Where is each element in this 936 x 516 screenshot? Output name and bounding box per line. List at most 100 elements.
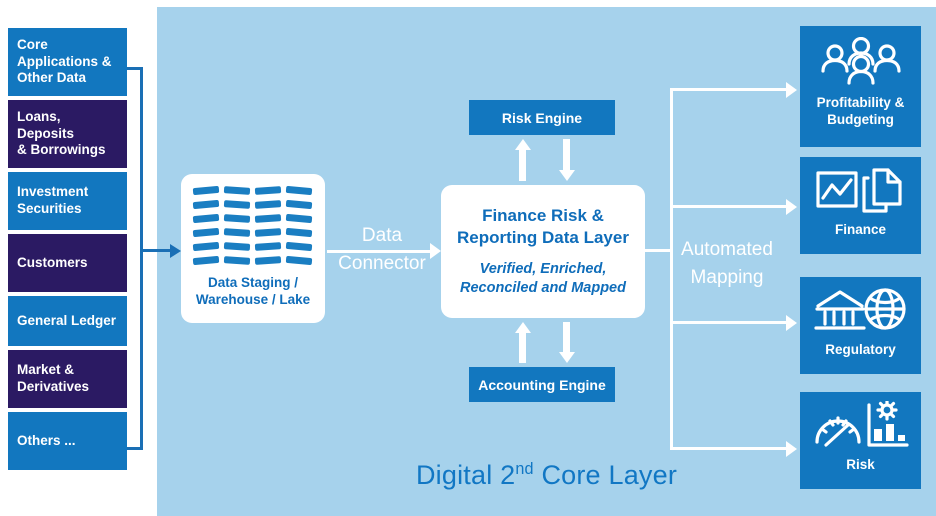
data-staging-card[interactable]: Data Staging / Warehouse / Lake	[181, 174, 325, 323]
mapping-branch-1	[670, 88, 788, 91]
accounting-up-arrow-icon	[514, 322, 531, 333]
lake-wave-segment	[285, 213, 313, 224]
source-block-0-line-2: Other Data	[17, 70, 87, 86]
lake-wave-segment	[192, 213, 220, 224]
automated-mapping-label-line2: Mapping	[690, 266, 764, 288]
bank-and-globe-icon	[800, 285, 921, 337]
output-card-0[interactable]: Profitability & Budgeting	[800, 26, 921, 147]
risk-engine-box[interactable]: Risk Engine	[469, 100, 615, 135]
source-block-6[interactable]: Others ...	[8, 412, 127, 470]
lake-wave-segment	[254, 242, 282, 251]
data-staging-label-line1: Data Staging /	[207, 275, 298, 290]
risk-engine-up-arrow-icon	[514, 139, 531, 150]
lake-wave-segment	[192, 255, 220, 266]
source-block-6-line-0: Others ...	[17, 432, 76, 448]
output-card-0-label-line-0: Profitability &	[816, 95, 905, 110]
data-connector-label: Data Connector	[322, 222, 442, 277]
lake-wave-segment	[223, 228, 251, 237]
core-card-title-line1: Finance Risk &	[482, 205, 604, 225]
output-card-0-label: Profitability & Budgeting	[800, 94, 921, 128]
bracket-feed-line	[140, 249, 172, 252]
lake-wave-segment	[285, 255, 313, 266]
diagram-canvas: Core Applications & Other Data Loans, Deposi…	[0, 0, 936, 516]
mapping-branch-4-arrow-icon	[786, 440, 797, 457]
gauge-and-bar-chart-icon	[800, 400, 921, 452]
lake-wave-segment	[223, 214, 251, 223]
automated-mapping-label-line1: Automated	[681, 239, 773, 260]
chart-and-documents-icon	[800, 165, 921, 217]
mapping-branch-1-arrow-icon	[786, 81, 797, 98]
output-card-1[interactable]: Finance	[800, 157, 921, 254]
data-staging-label: Data Staging / Warehouse / Lake	[181, 274, 325, 309]
core-card-subtitle-line1: Verified, Enriched,	[479, 261, 607, 278]
lake-wave-segment	[285, 227, 313, 238]
people-group-icon	[800, 34, 921, 90]
lake-wave-segment	[254, 214, 282, 223]
accounting-up-arrow-shaft	[519, 333, 526, 363]
lake-wave-segment	[254, 186, 282, 195]
output-card-1-label: Finance	[800, 221, 921, 238]
source-block-1-line-2: & Borrowings	[17, 142, 106, 158]
lake-wave-segment	[254, 256, 282, 265]
page-title: Digital 2nd Core Layer	[157, 460, 936, 491]
lake-wave-segment	[192, 241, 220, 252]
source-block-3-line-0: Customers	[17, 254, 88, 270]
output-card-2-label: Regulatory	[800, 341, 921, 358]
output-card-2[interactable]: Regulatory	[800, 277, 921, 374]
lake-wave-segment	[192, 199, 220, 210]
mapping-branch-3	[670, 321, 788, 324]
source-block-5-line-1: Derivatives	[17, 379, 90, 394]
accounting-down-arrow-shaft	[563, 322, 570, 352]
source-block-3[interactable]: Customers	[8, 234, 127, 292]
source-block-2-line-1: Securities	[17, 201, 82, 216]
core-card-subtitle-line2: Reconciled and Mapped	[460, 280, 626, 297]
accounting-down-arrow-icon	[558, 352, 575, 363]
lake-wave-segment	[192, 185, 220, 196]
data-connector-label-line1: Data	[361, 225, 403, 246]
lake-wave-segment	[223, 242, 251, 251]
automated-mapping-label: Automated Mapping	[661, 236, 793, 291]
bracket-bottom-stub	[127, 447, 143, 450]
source-block-0-line-1: Applications &	[17, 53, 112, 69]
lake-wave-segment	[223, 186, 251, 195]
mapping-branch-4	[670, 447, 788, 450]
output-card-1-label-line-0: Finance	[834, 222, 886, 237]
core-card-subtitle: Verified, Enriched, Reconciled and Mappe…	[460, 260, 626, 298]
source-block-0[interactable]: Core Applications & Other Data	[8, 28, 127, 96]
page-title-after: Core Layer	[533, 460, 678, 490]
source-block-4-line-0: General Ledger	[17, 312, 117, 328]
finance-risk-reporting-data-layer-card[interactable]: Finance Risk & Reporting Data Layer Veri…	[441, 185, 645, 318]
source-block-1-line-0: Loans,	[17, 108, 61, 124]
mapping-branch-3-arrow-icon	[786, 314, 797, 331]
page-title-sup: nd	[515, 460, 534, 478]
source-block-4[interactable]: General Ledger	[8, 296, 127, 346]
page-title-before: Digital 2	[415, 460, 516, 490]
lake-wave-segment	[254, 200, 282, 209]
core-card-title: Finance Risk & Reporting Data Layer	[457, 205, 629, 249]
lake-wave-segment	[223, 200, 251, 209]
data-connector-label-line2: Connector	[338, 252, 426, 274]
lake-wave-segment	[285, 199, 313, 210]
risk-engine-down-arrow-shaft	[563, 139, 570, 170]
accounting-engine-box[interactable]: Accounting Engine	[469, 367, 615, 402]
mapping-branch-2	[670, 205, 788, 208]
bracket-feed-arrow-icon	[170, 243, 181, 258]
source-block-2-line-0: Investment	[17, 184, 89, 200]
output-card-2-label-line-0: Regulatory	[825, 342, 896, 357]
source-block-5[interactable]: Market & Derivatives	[8, 350, 127, 408]
lake-wave-segment	[192, 227, 220, 238]
lake-wave-segment	[285, 241, 313, 252]
risk-engine-up-arrow-shaft	[519, 150, 526, 181]
output-card-0-label-line-1: Budgeting	[827, 112, 894, 127]
bracket-vertical	[140, 67, 143, 450]
source-block-2[interactable]: Investment Securities	[8, 172, 127, 230]
source-block-1[interactable]: Loans, Deposits & Borrowings	[8, 100, 127, 168]
source-block-1-line-1: Deposits	[17, 125, 75, 141]
lake-wave-segment	[223, 256, 251, 265]
core-card-title-line2: Reporting Data Layer	[457, 227, 629, 247]
risk-engine-down-arrow-icon	[558, 170, 575, 181]
lake-wave-segment	[254, 228, 282, 237]
mapping-branch-2-arrow-icon	[786, 198, 797, 215]
source-block-5-line-0: Market &	[17, 362, 75, 378]
lake-wave-segment	[285, 185, 313, 196]
